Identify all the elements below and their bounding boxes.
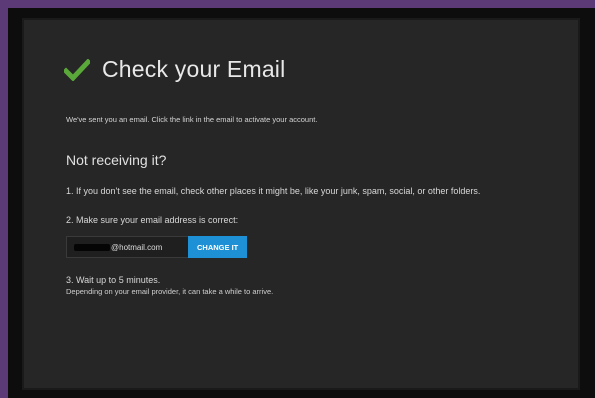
header: Check your Email xyxy=(64,56,285,83)
step-3-text: 3. Wait up to 5 minutes. xyxy=(66,275,161,285)
step-2-text: 2. Make sure your email address is corre… xyxy=(66,215,239,225)
step-1-text: 1. If you don't see the email, check oth… xyxy=(66,186,481,196)
email-confirmation-panel: Check your Email We've sent you an email… xyxy=(22,18,580,390)
not-receiving-heading: Not receiving it? xyxy=(66,152,167,168)
change-email-button[interactable]: CHANGE IT xyxy=(188,236,248,258)
redacted-username xyxy=(74,243,110,251)
window-frame: Check your Email We've sent you an email… xyxy=(8,8,595,398)
checkmark-icon xyxy=(64,58,90,81)
page-title: Check your Email xyxy=(102,56,286,82)
email-field[interactable]: @hotmail.com xyxy=(66,236,188,258)
email-row: @hotmail.com CHANGE IT xyxy=(66,236,248,258)
step-3-description: Depending on your email provider, it can… xyxy=(66,287,274,296)
sent-message: We've sent you an email. Click the link … xyxy=(66,115,318,124)
email-domain: @hotmail.com xyxy=(111,242,163,252)
